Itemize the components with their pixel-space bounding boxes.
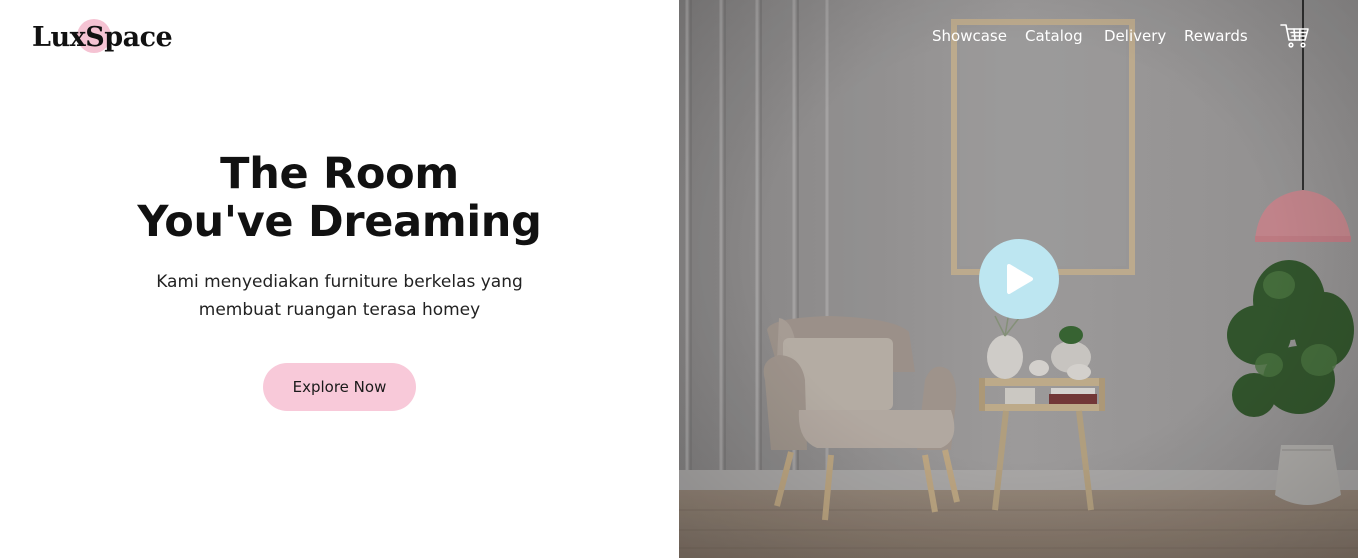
hero-title: The Room You've Dreaming: [0, 150, 679, 246]
top-navigation: Showcase Catalog Delivery Rewards: [679, 0, 1358, 76]
explore-now-button[interactable]: Explore Now: [263, 363, 416, 411]
hero-content: The Room You've Dreaming Kami menyediaka…: [0, 150, 679, 411]
hero-title-line2: You've Dreaming: [137, 197, 542, 247]
nav-item-showcase[interactable]: Showcase: [932, 27, 1007, 45]
brand-logo[interactable]: LuxSpace: [32, 19, 173, 56]
play-video-button[interactable]: [979, 239, 1059, 319]
nav-item-catalog[interactable]: Catalog: [1025, 27, 1083, 45]
nav-item-rewards[interactable]: Rewards: [1184, 27, 1248, 45]
play-icon: [1007, 264, 1033, 294]
cart-icon[interactable]: [1280, 22, 1310, 50]
hero-left-panel: LuxSpace The Room You've Dreaming Kami m…: [0, 0, 679, 558]
hero-subtitle-line1: Kami menyediakan furniture berkelas yang: [156, 272, 523, 292]
nav-item-delivery[interactable]: Delivery: [1104, 27, 1166, 45]
hero-subtitle-line2: membuat ruangan terasa homey: [198, 300, 481, 320]
brand-name: LuxSpace: [32, 22, 173, 53]
hero-subtitle: Kami menyediakan furniture berkelas yang…: [0, 268, 679, 324]
hero-title-line1: The Room: [220, 149, 459, 199]
